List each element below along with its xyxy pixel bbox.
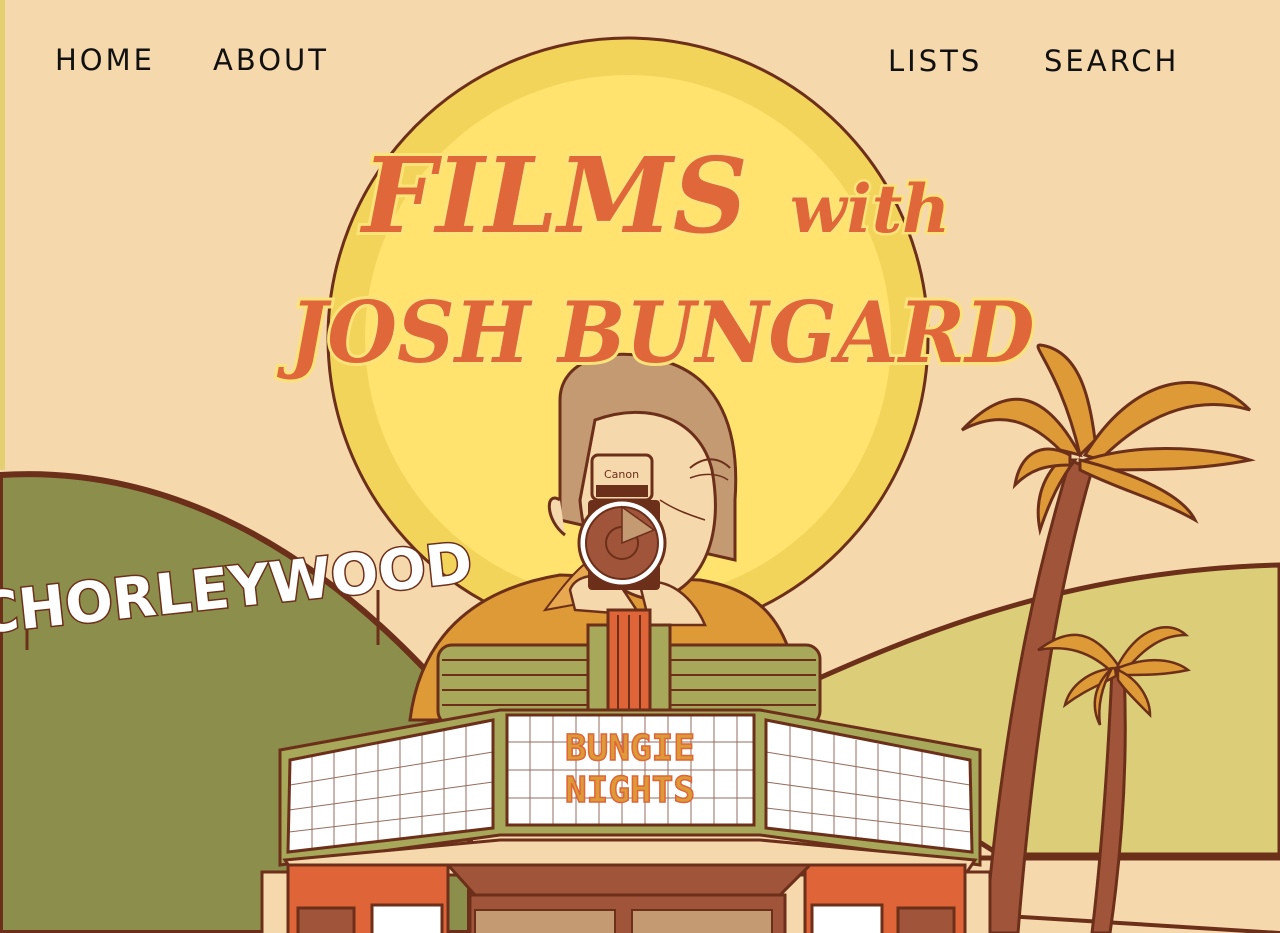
nav-lists-link[interactable]: LISTS	[888, 41, 982, 81]
nav-search-link[interactable]: SEARCH	[1044, 41, 1179, 81]
nav-home-link[interactable]: HOME	[55, 40, 155, 80]
camera-brand-label: Canon	[604, 468, 639, 481]
nav-about-link[interactable]: ABOUT	[213, 40, 329, 80]
marquee-line-2: NIGHTS	[565, 770, 695, 811]
camera: Canon	[577, 453, 667, 590]
title-name: JOSH BUNGARD	[276, 283, 1034, 382]
title-with: with	[790, 170, 950, 248]
title-films: FILMS	[359, 134, 748, 257]
hero-illustration: Canon BUNGIE NIGHTS CHORLEYWOOD FILMS wi…	[0, 36, 1280, 933]
marquee-line-1: BUNGIE	[565, 728, 695, 769]
main-navigation: HOME ABOUT LISTS SEARCH	[0, 0, 1280, 120]
